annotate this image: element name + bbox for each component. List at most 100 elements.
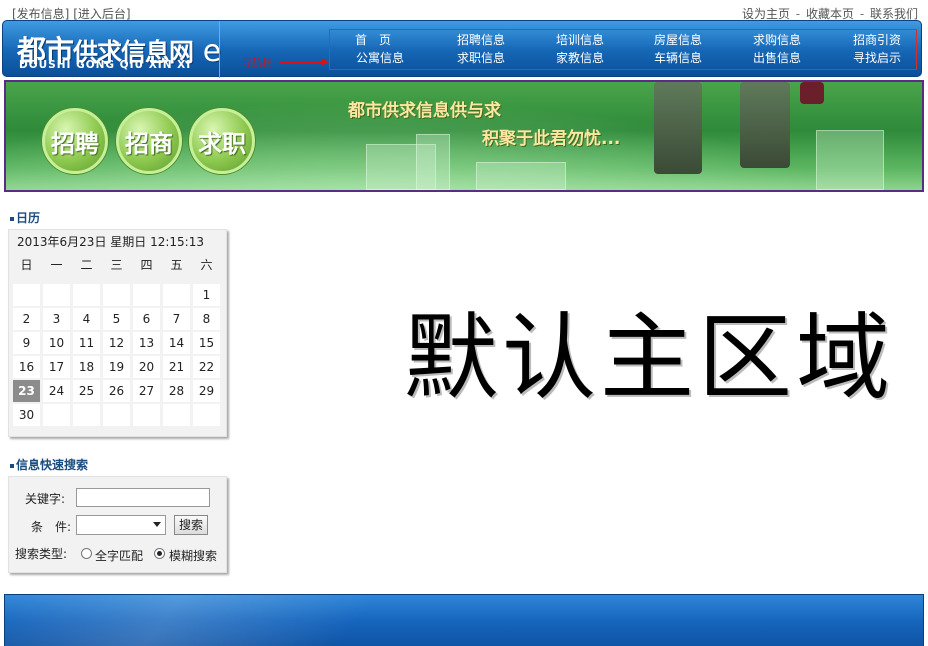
calendar-day[interactable]: 30 [13,404,40,426]
separator: - [859,7,865,21]
calendar-day[interactable]: 16 [13,356,40,378]
calendar-day[interactable]: 20 [133,356,160,378]
calendar-weekday-header: 五 [163,254,190,276]
calendar-weekday-header: 一 [43,254,70,276]
calendar-empty-cell [163,404,190,426]
calendar-day[interactable]: 3 [43,308,70,330]
calendar-day[interactable]: 17 [43,356,70,378]
calendar-day[interactable]: 13 [133,332,160,354]
calendar-day[interactable]: 1 [193,284,220,306]
calendar-day[interactable]: 29 [193,380,220,402]
admin-link[interactable]: [进入后台] [73,7,130,21]
building-icon [816,130,884,190]
nav-for-sale[interactable]: 出售信息 [737,49,817,67]
search-section-title: 信息快速搜索 [10,456,88,473]
condition-label: 条 件: [31,520,72,534]
calendar-widget: 2013年6月23日 星期日 12:15:13 日一二三四五六123456789… [8,229,227,437]
calendar-empty-cell [133,284,160,306]
calendar-day[interactable]: 15 [193,332,220,354]
calendar-day[interactable]: 14 [163,332,190,354]
bullet-square-icon [10,216,14,221]
briefcase-icon [800,82,824,104]
banner-slogan-line1: 都市供求信息供与求 [348,101,501,121]
calendar-empty-cell [43,404,70,426]
calendar-day[interactable]: 19 [103,356,130,378]
site-logo[interactable]: 都市供求信息网 e DOUSHI GONG QIU XIN XI [17,28,221,72]
nav-purchase[interactable]: 求购信息 [737,31,817,49]
calendar-day[interactable]: 9 [13,332,40,354]
nav-training[interactable]: 培训信息 [540,31,620,49]
calendar-empty-cell [193,404,220,426]
banner-jobseek-button[interactable]: 求职 [189,108,255,174]
calendar-day[interactable]: 21 [163,356,190,378]
exact-match-radio[interactable] [81,548,92,559]
calendar-datetime: 2013年6月23日 星期日 12:15:13 [17,235,204,249]
exact-match-label: 全字匹配 [95,549,144,563]
bookmark-link[interactable]: 收藏本页 [806,7,854,21]
calendar-weekday-header: 二 [73,254,100,276]
calendar-day[interactable]: 12 [103,332,130,354]
banner-recruit-button[interactable]: 招聘 [42,108,108,174]
calendar-day[interactable]: 4 [73,308,100,330]
header-divider [219,21,220,78]
calendar-day[interactable]: 7 [163,308,190,330]
contact-link[interactable]: 联系我们 [870,7,918,21]
condition-select[interactable] [76,515,166,535]
calendar-day[interactable]: 10 [43,332,70,354]
building-icon [416,134,450,190]
calendar-day[interactable]: 11 [73,332,100,354]
main-nav: 首 页 招聘信息 培训信息 房屋信息 求购信息 招商引资 公寓信息 求职信息 家… [329,29,917,70]
calendar-day[interactable]: 22 [193,356,220,378]
nav-job-seeking[interactable]: 求职信息 [441,49,521,67]
calendar-title-text: 日历 [16,211,41,225]
logo-e-icon: e [202,34,221,69]
fuzzy-search-label: 模糊搜索 [169,549,218,563]
nav-lost-found[interactable]: 寻找启示 [837,49,917,67]
top-utility-bar: [发布信息] [进入后台] 设为主页 - 收藏本页 - 联系我们 [0,0,928,22]
search-button[interactable]: 搜索 [174,515,208,535]
calendar-day[interactable]: 23 [13,380,40,402]
calendar-day[interactable]: 28 [163,380,190,402]
calendar-empty-cell [73,284,100,306]
keyword-input[interactable] [76,488,210,507]
calendar-weekday-header: 四 [133,254,160,276]
publish-info-link[interactable]: [发布信息] [12,7,69,21]
calendar-section-title: 日历 [10,209,40,226]
hero-banner: 招聘 招商 求职 都市供求信息供与求 积聚于此君勿忧... [4,80,924,192]
quick-search-panel: 关键字: 条 件: 搜索 搜索类型: 全字匹配 模糊搜索 [8,476,227,573]
nav-vehicles[interactable]: 车辆信息 [638,49,718,67]
search-title-text: 信息快速搜索 [16,458,89,472]
calendar-day[interactable]: 6 [133,308,160,330]
calendar-day[interactable]: 27 [133,380,160,402]
calendar-day[interactable]: 25 [73,380,100,402]
separator: - [795,7,801,21]
annotation-arrow-icon [321,58,329,66]
calendar-day[interactable]: 8 [193,308,220,330]
set-homepage-link[interactable]: 设为主页 [742,7,790,21]
calendar-day[interactable]: 5 [103,308,130,330]
keyword-label: 关键字: [25,492,66,506]
calendar-day[interactable]: 24 [43,380,70,402]
calendar-empty-cell [103,284,130,306]
calendar-day[interactable]: 18 [73,356,100,378]
nav-home[interactable]: 首 页 [333,31,413,49]
nav-investment[interactable]: 招商引资 [837,31,917,49]
calendar-day[interactable]: 2 [13,308,40,330]
banner-slogan-line2: 积聚于此君勿忧... [482,129,621,149]
calendar-empty-cell [73,404,100,426]
site-footer [4,594,924,646]
calendar-empty-cell [13,284,40,306]
calendar-empty-cell [133,404,160,426]
nav-recruitment[interactable]: 招聘信息 [441,31,521,49]
person-figure-icon [740,82,790,168]
nav-housing[interactable]: 房屋信息 [638,31,718,49]
nav-tutoring[interactable]: 家教信息 [540,49,620,67]
calendar-weekday-header: 三 [103,254,130,276]
nav-apartment[interactable]: 公寓信息 [340,49,420,67]
fuzzy-search-radio[interactable] [154,548,165,559]
building-icon [476,162,566,190]
calendar-empty-cell [103,404,130,426]
calendar-day[interactable]: 26 [103,380,130,402]
annotation-arrow-line [279,62,327,63]
banner-investment-button[interactable]: 招商 [116,108,182,174]
